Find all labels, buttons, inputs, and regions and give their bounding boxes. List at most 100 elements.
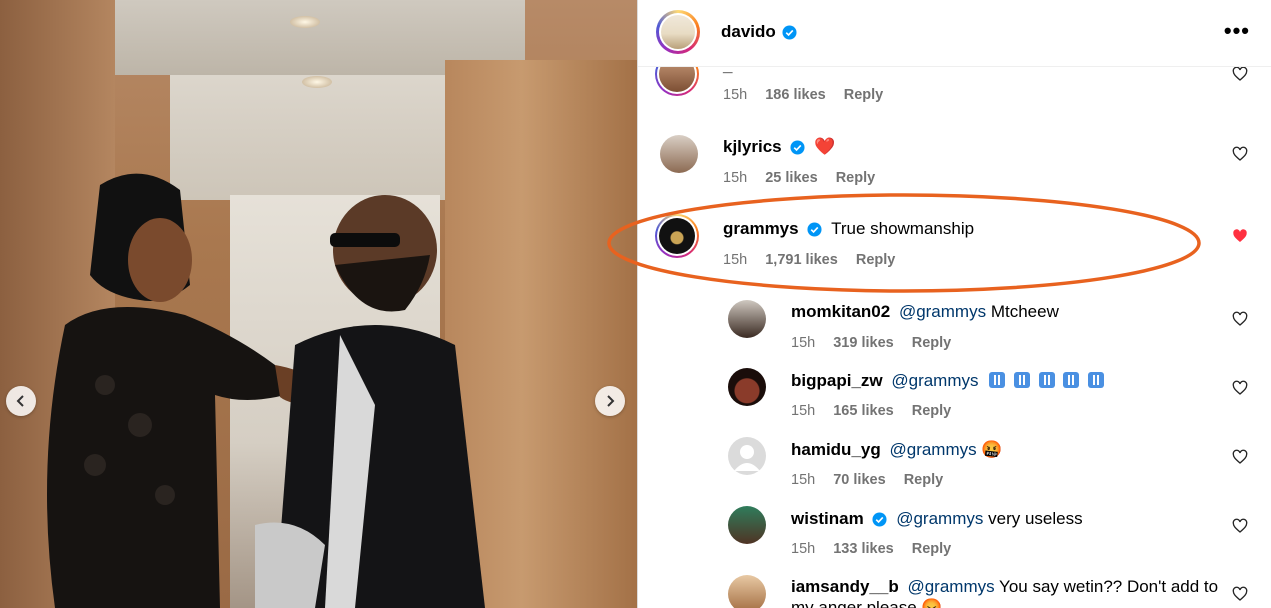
person-toilet-icon (1088, 372, 1105, 388)
reply-time: 15h (791, 335, 816, 351)
reply-likes[interactable]: 319 likes (833, 335, 893, 351)
reply-mention[interactable]: @grammys (889, 440, 976, 459)
default-avatar-icon[interactable] (728, 437, 766, 475)
reply-likes[interactable]: 165 likes (833, 403, 893, 419)
verified-badge-icon (807, 222, 822, 237)
author-name-row: davido (721, 22, 797, 42)
previous-image-button[interactable] (6, 386, 36, 416)
reply-avatar[interactable] (728, 506, 766, 544)
ceiling-light (290, 16, 320, 28)
reply-likes[interactable]: 133 likes (833, 541, 893, 557)
comment-text: True showmanship (831, 219, 975, 238)
reply-text: Mtcheew (990, 302, 1059, 321)
reply-meta: 15h 70 likes Reply (791, 472, 957, 488)
reply-item: hamidu_yg @grammys 🤬 15h 70 likes Reply (638, 434, 1271, 500)
person-toilet-icon (1063, 372, 1080, 388)
reply-text-continued: my anger please 😡 (791, 598, 943, 608)
reply-button[interactable]: Reply (836, 170, 876, 186)
next-image-button[interactable] (595, 386, 625, 416)
comment-username[interactable]: grammys (723, 219, 799, 238)
reply-avatar[interactable] (728, 300, 766, 338)
reply-button[interactable]: Reply (844, 87, 884, 103)
author-avatar[interactable] (656, 10, 700, 54)
reply-line: hamidu_yg @grammys 🤬 (791, 440, 1003, 460)
liked-heart-icon[interactable] (1232, 228, 1248, 244)
comment-username[interactable]: kjlyrics (723, 137, 782, 156)
comment-item: kjlyrics ❤️ 15h 25 likes Reply (638, 128, 1271, 198)
like-heart-icon[interactable] (1232, 311, 1248, 327)
reply-text: 🤬 (981, 440, 1003, 459)
person-toilet-icon (989, 372, 1006, 388)
commenter-avatar[interactable] (655, 214, 699, 258)
reply-username[interactable]: momkitan02 (791, 302, 890, 321)
comment-line: kjlyrics ❤️ (723, 137, 835, 157)
reply-line: momkitan02 @grammys Mtcheew (791, 302, 1059, 322)
comment-time: 15h (723, 170, 748, 186)
reply-item: momkitan02 @grammys Mtcheew 15h 319 like… (638, 296, 1271, 362)
reply-username[interactable]: wistinam (791, 509, 864, 528)
reply-line: iamsandy__b @grammys You say wetin?? Don… (791, 577, 1218, 597)
reply-username[interactable]: bigpapi_zw (791, 371, 883, 390)
comment-text: ❤️ (814, 137, 836, 156)
comment-meta: 15h 1,791 likes Reply (723, 252, 909, 268)
verified-badge-icon (790, 140, 805, 155)
reply-line: wistinam @grammys very useless (791, 509, 1083, 529)
person-toilet-icon (1013, 372, 1030, 388)
reply-time: 15h (791, 541, 816, 557)
comment-time: 15h (723, 87, 748, 103)
reply-button[interactable]: Reply (912, 335, 952, 351)
comment-item-highlighted: grammys True showmanship 15h 1,791 likes… (638, 210, 1271, 280)
verified-badge-icon (782, 24, 797, 40)
like-heart-icon[interactable] (1232, 66, 1248, 82)
like-heart-icon[interactable] (1232, 380, 1248, 396)
reply-button[interactable]: Reply (912, 403, 952, 419)
comment-likes[interactable]: 1,791 likes (765, 252, 838, 268)
reply-avatar[interactable] (728, 575, 766, 608)
reply-item: iamsandy__b @grammys You say wetin?? Don… (638, 572, 1271, 608)
reply-line-continued: my anger please 😡 (791, 598, 943, 608)
chevron-right-icon (607, 395, 615, 407)
ceiling-light (302, 76, 332, 88)
comment-likes[interactable]: 25 likes (765, 170, 817, 186)
comment-likes[interactable]: 186 likes (765, 87, 825, 103)
reply-button[interactable]: Reply (912, 541, 952, 557)
person-toilet-icon (1038, 372, 1055, 388)
reply-username[interactable]: hamidu_yg (791, 440, 881, 459)
reply-avatar[interactable] (728, 368, 766, 406)
more-options-button[interactable]: ••• (1224, 20, 1250, 42)
like-heart-icon[interactable] (1232, 449, 1248, 465)
reply-mention[interactable]: @grammys (896, 509, 983, 528)
reply-meta: 15h 165 likes Reply (791, 403, 965, 419)
comment-meta: 15h 186 likes Reply (723, 87, 897, 103)
verified-badge-icon (872, 512, 888, 527)
reply-button[interactable]: Reply (904, 472, 944, 488)
reply-mention[interactable]: @grammys (907, 577, 994, 596)
comment-line: grammys True showmanship (723, 219, 974, 239)
reply-time: 15h (791, 472, 816, 488)
reply-time: 15h (791, 403, 816, 419)
reply-meta: 15h 133 likes Reply (791, 541, 965, 557)
reply-meta: 15h 319 likes Reply (791, 335, 965, 351)
comment-time: 15h (723, 252, 748, 268)
reply-text: You say wetin?? Don't add to (999, 577, 1219, 596)
reply-item: bigpapi_zw @grammys 15h 165 likes Reply (638, 365, 1271, 431)
reply-item: wistinam @grammys very useless 15h 133 l… (638, 503, 1271, 569)
like-heart-icon[interactable] (1232, 586, 1248, 602)
reply-line: bigpapi_zw @grammys (791, 371, 1108, 391)
commenter-avatar[interactable] (660, 135, 698, 173)
like-heart-icon[interactable] (1232, 518, 1248, 534)
like-heart-icon[interactable] (1232, 146, 1248, 162)
reply-button[interactable]: Reply (856, 252, 896, 268)
reply-likes[interactable]: 70 likes (833, 472, 885, 488)
comments-panel: davido ••• _ 15h 186 likes Reply kjlyric… (637, 0, 1271, 608)
comment-meta: 15h 25 likes Reply (723, 170, 889, 186)
reply-username[interactable]: iamsandy__b (791, 577, 899, 596)
reply-text: very useless (988, 509, 1083, 528)
photo-man-figure (255, 195, 485, 608)
post-header: davido ••• (638, 0, 1271, 67)
chevron-left-icon (16, 395, 24, 407)
reply-mention[interactable]: @grammys (891, 371, 978, 390)
post-photo (0, 0, 637, 608)
author-username[interactable]: davido (721, 22, 776, 42)
reply-mention[interactable]: @grammys (899, 302, 986, 321)
